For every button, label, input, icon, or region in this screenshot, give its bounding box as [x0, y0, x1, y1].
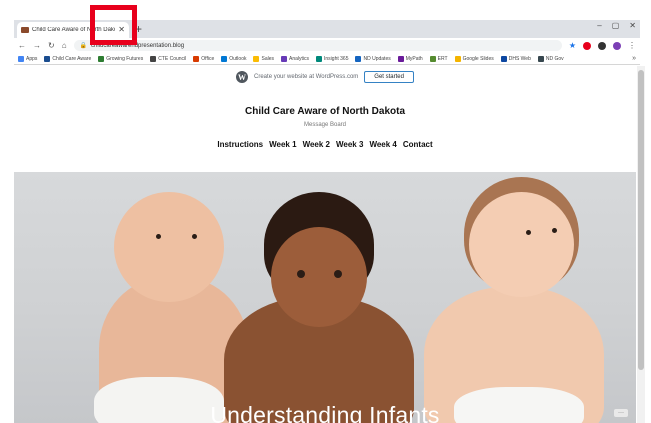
baby-right-figure — [414, 172, 614, 423]
bookmark-label: Outlook — [229, 55, 247, 62]
bookmark-label: Insight 365 — [324, 55, 349, 62]
bookmark-icon — [537, 55, 544, 62]
bookmark-item[interactable]: Insight 365 — [316, 55, 349, 62]
bookmark-label: ND Updates — [363, 55, 391, 62]
home-icon[interactable]: ⌂ — [62, 41, 67, 50]
bookmark-item[interactable]: ND Updates — [355, 55, 391, 62]
maximize-button[interactable]: ▢ — [612, 21, 620, 30]
tab-highlight-box — [90, 5, 137, 45]
extensions-puzzle-icon[interactable] — [598, 41, 606, 50]
bookmark-item[interactable]: Analytics — [281, 55, 310, 62]
bookmark-label: Google Slides — [462, 55, 494, 62]
more-options-button[interactable]: ··· — [614, 409, 628, 417]
site-title[interactable]: Child Care Aware of North Dakota — [14, 106, 636, 117]
bookmark-icon — [44, 55, 51, 62]
wordpress-logo-icon[interactable]: W — [236, 71, 249, 83]
profile-avatar[interactable] — [613, 41, 621, 50]
bookmark-label: CTE Council — [158, 55, 187, 62]
minimize-button[interactable]: – — [597, 21, 601, 30]
bookmark-item[interactable]: Office — [193, 55, 215, 62]
bookmark-item[interactable]: DHS Web — [500, 55, 531, 62]
bookmarks-overflow-icon[interactable]: » — [632, 55, 636, 62]
bookmark-item[interactable]: CTE Council — [150, 55, 187, 62]
bookmark-label: MyPath — [405, 55, 423, 62]
nav-item-week-4[interactable]: Week 4 — [369, 140, 396, 149]
bookmark-item[interactable]: Apps — [18, 55, 38, 62]
site-favicon-icon — [21, 27, 29, 33]
bookmark-item[interactable]: Google Slides — [454, 55, 494, 62]
bookmark-label: DHS Web — [508, 55, 531, 62]
bookmark-icon — [429, 55, 436, 62]
bookmarks-bar: Apps Child Care Aware Growing Futures CTE C… — [14, 53, 640, 65]
bookmark-item[interactable]: ND Gov — [537, 55, 564, 62]
get-started-button[interactable]: Get started — [364, 71, 414, 83]
nav-item-instructions[interactable]: Instructions — [217, 140, 263, 149]
site-navigation: Instructions Week 1 Week 2 Week 3 Week 4… — [14, 140, 636, 149]
bookmark-item[interactable]: Outlook — [221, 55, 247, 62]
nav-item-week-3[interactable]: Week 3 — [336, 140, 363, 149]
menu-icon[interactable]: ⋮ — [628, 41, 636, 50]
bookmark-icon — [316, 55, 323, 62]
bookmark-icon — [281, 55, 287, 62]
forward-icon[interactable]: → — [33, 41, 41, 50]
bookmark-icon — [355, 55, 362, 62]
bookmark-label: ND Gov — [545, 55, 564, 62]
nav-item-week-2[interactable]: Week 2 — [303, 140, 330, 149]
scrollbar-thumb[interactable] — [638, 70, 644, 370]
bookmark-label: ERT — [437, 55, 448, 62]
nav-item-week-1[interactable]: Week 1 — [269, 140, 296, 149]
site-description: Message Board — [303, 122, 347, 128]
bookmark-item[interactable]: Sales — [253, 55, 274, 62]
bookmark-label: Child Care Aware — [52, 55, 92, 62]
bookmark-label: Apps — [26, 55, 38, 62]
url-field[interactable]: 🔒 childcareawarendpresentation.blog — [73, 40, 562, 51]
bookmark-icon — [193, 55, 200, 62]
wordpress-banner-text: Create your website at WordPress.com — [254, 74, 359, 80]
bookmark-item[interactable]: Growing Futures — [98, 55, 144, 62]
bookmark-icon — [150, 55, 157, 62]
bookmark-label: Analytics — [289, 55, 310, 62]
hero-heading: Understanding Infants — [210, 402, 440, 423]
bookmark-item[interactable]: ERT — [429, 55, 448, 62]
baby-middle-figure — [219, 172, 419, 423]
bookmark-label: Sales — [261, 55, 274, 62]
bookmark-icon — [221, 55, 228, 62]
bookmark-label: Office — [201, 55, 215, 62]
bookmark-icon — [397, 55, 404, 62]
wordpress-banner: W Create your website at WordPress.com G… — [14, 66, 636, 88]
bookmark-icon — [500, 55, 507, 62]
bookmark-icon — [253, 55, 260, 62]
bookmark-label: Growing Futures — [106, 55, 144, 62]
lock-icon: 🔒 — [79, 43, 88, 49]
bookmark-item[interactable]: Child Care Aware — [44, 55, 92, 62]
back-icon[interactable]: ← — [18, 41, 26, 50]
page-scrollbar[interactable] — [637, 66, 645, 423]
bookmark-item[interactable]: MyPath — [397, 55, 423, 62]
close-window-button[interactable]: ✕ — [629, 21, 636, 30]
bookmark-star-icon[interactable]: ★ — [569, 41, 576, 50]
reload-icon[interactable]: ↻ — [48, 41, 55, 50]
nav-item-contact[interactable]: Contact — [403, 140, 433, 149]
bookmark-icon — [98, 55, 105, 62]
bookmark-icon — [18, 55, 24, 62]
hero-image: Understanding Infants ··· — [14, 172, 636, 423]
window-controls: – ▢ ✕ — [597, 21, 636, 30]
bookmark-icon — [454, 55, 461, 62]
extension-icon[interactable] — [583, 41, 591, 50]
